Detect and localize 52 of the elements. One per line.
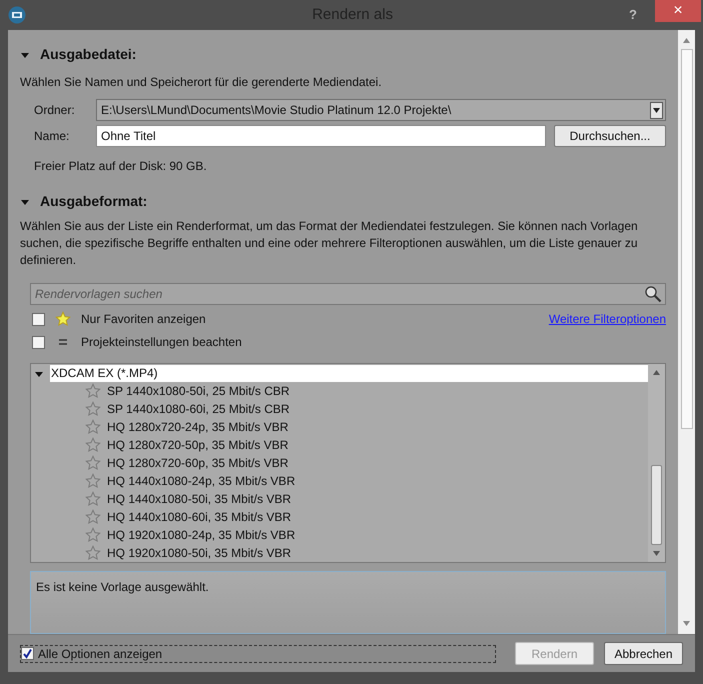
star-icon[interactable] xyxy=(85,491,101,507)
dropdown-icon[interactable] xyxy=(650,102,663,118)
field-label: Ordner: xyxy=(34,102,76,119)
filter-label: Nur Favoriten anzeigen xyxy=(81,311,206,328)
star-icon[interactable] xyxy=(85,401,101,417)
free-space-text: Freier Platz auf der Disk: 90 GB. xyxy=(33,158,208,175)
scroll-up-icon[interactable] xyxy=(683,38,690,43)
scroll-up-icon[interactable] xyxy=(653,370,660,375)
section-description: Wählen Sie aus der Liste ein Renderformat, um das Format der Mediendatei festzulegen. Sie können nach Vorlagen suchen, die spezifische Begriffe enthalten und eine oder mehrere Filteroptionen auswählen, um die Liste genauer zu definieren. xyxy=(20,218,639,269)
star-icon[interactable] xyxy=(85,527,101,543)
star-icon[interactable] xyxy=(85,473,101,489)
name-field[interactable]: Ohne Titel xyxy=(96,125,546,147)
show-all-label: Alle Optionen anzeigen xyxy=(38,646,162,662)
tree-item[interactable]: HQ 1280x720-24p, 35 Mbit/s VBR xyxy=(107,418,288,436)
tree-item[interactable]: HQ 1440x1080-50i, 35 Mbit/s VBR xyxy=(107,490,292,508)
cancel-button[interactable]: Abbrechen xyxy=(604,642,683,665)
star-icon[interactable] xyxy=(85,383,101,399)
checkbox[interactable] xyxy=(32,312,45,326)
help-button[interactable]: ? xyxy=(629,5,637,25)
tree-item[interactable]: HQ 1440x1080-60i, 35 Mbit/s VBR xyxy=(107,508,292,526)
tree-item[interactable]: SP 1440x1080-50i, 25 Mbit/s CBR xyxy=(107,382,290,400)
search-icon[interactable] xyxy=(644,285,662,303)
scrollbar[interactable] xyxy=(678,30,695,634)
scroll-down-icon[interactable] xyxy=(683,621,690,626)
browse-button[interactable]: Durchsuchen... xyxy=(554,125,666,147)
star-icon[interactable] xyxy=(85,419,101,435)
info-text: Es ist keine Vorlage ausgewählt. xyxy=(36,580,209,594)
tree-item[interactable]: HQ 1920x1080-24p, 35 Mbit/s VBR xyxy=(107,526,296,544)
tree-item[interactable]: HQ 1280x720-60p, 35 Mbit/s VBR xyxy=(107,454,288,472)
filter-label: Projekteinstellungen beachten xyxy=(81,334,242,351)
section-heading: Ausgabedatei: xyxy=(40,45,136,64)
search-field[interactable]: Rendervorlagen suchen xyxy=(30,283,666,305)
section-description: Wählen Sie Namen und Speicherort für die gerenderte Mediendatei. xyxy=(20,74,383,91)
checkbox[interactable] xyxy=(21,647,34,660)
star-icon[interactable] xyxy=(85,455,101,471)
tree-group[interactable]: XDCAM EX (*.MP4) xyxy=(50,365,648,382)
field-label: Name: xyxy=(34,128,70,145)
tree-item[interactable]: HQ 1440x1080-24p, 35 Mbit/s VBR xyxy=(107,472,296,490)
star-icon[interactable] xyxy=(85,437,101,453)
star-icon[interactable] xyxy=(55,311,71,327)
app-icon xyxy=(8,6,26,24)
star-icon[interactable] xyxy=(85,509,101,525)
tree-item[interactable]: HQ 1920x1080-50i, 35 Mbit/s VBR xyxy=(107,544,292,562)
tree-item[interactable]: HQ 1280x720-50p, 35 Mbit/s VBR xyxy=(107,436,288,454)
checkbox[interactable] xyxy=(32,336,45,348)
tree-item[interactable]: SP 1440x1080-60i, 25 Mbit/s CBR xyxy=(107,400,290,418)
folder-dropdown[interactable]: E:\Users\LMund\Documents\Movie Studio Platinum 12.0 Projekte\ xyxy=(96,99,666,121)
scroll-down-icon[interactable] xyxy=(653,551,660,556)
close-button[interactable]: × xyxy=(655,0,701,22)
star-icon[interactable] xyxy=(85,545,101,561)
scrollbar[interactable] xyxy=(648,364,665,562)
section-heading: Ausgabeformat: xyxy=(40,192,148,211)
